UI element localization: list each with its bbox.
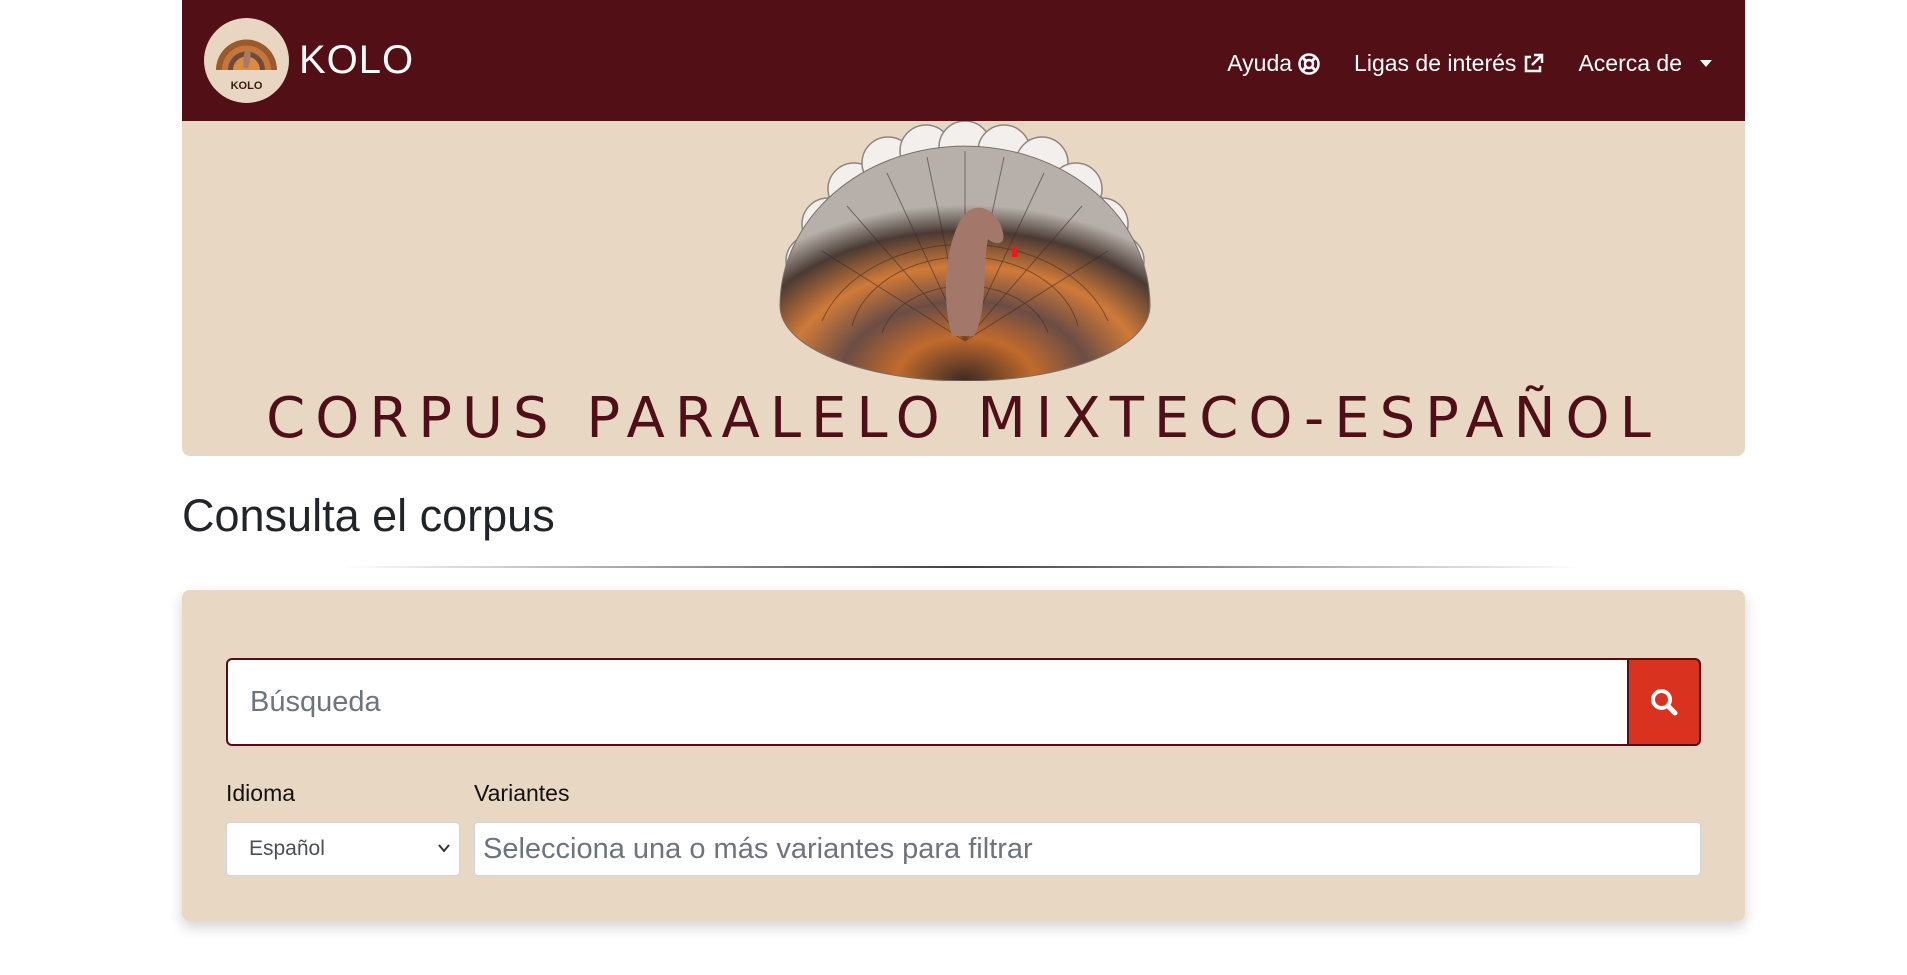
brand-link[interactable]: KOLO KOLO — [204, 18, 414, 103]
nav-dropdown-acerca[interactable]: Acerca de — [1578, 50, 1712, 77]
lifebuoy-icon — [1298, 52, 1320, 75]
turkey-illustration-icon — [779, 121, 1151, 381]
hero-banner: CORPUS PARALELO MIXTECO-ESPAÑOL — [182, 121, 1745, 456]
section-divider — [342, 566, 1584, 568]
search-input[interactable] — [226, 658, 1627, 746]
variants-multiselect[interactable]: Selecciona una o más variantes para filt… — [474, 822, 1701, 876]
search-row — [226, 658, 1701, 746]
nav-link-label: Ligas de interés — [1354, 50, 1517, 76]
nav-link-ligas[interactable]: Ligas de interés — [1354, 50, 1544, 77]
language-select-value: Español — [249, 837, 325, 860]
caret-down-icon — [1700, 60, 1712, 67]
variants-placeholder: Selecciona una o más variantes para filt… — [483, 832, 1033, 865]
kolo-logo-icon: KOLO — [204, 18, 289, 103]
language-label: Idioma — [226, 780, 296, 806]
page-title: Consulta el corpus — [182, 490, 555, 541]
nav-link-label: Acerca de — [1578, 50, 1682, 76]
svg-text:KOLO: KOLO — [231, 80, 263, 92]
language-select[interactable]: Español — [226, 822, 460, 876]
external-link-icon — [1525, 53, 1544, 72]
nav-link-label: Ayuda — [1227, 50, 1293, 76]
search-icon — [1651, 689, 1678, 716]
variants-label: Variantes — [474, 780, 570, 806]
banner-title: CORPUS PARALELO MIXTECO-ESPAÑOL — [266, 386, 1661, 451]
search-card: Idioma Variantes Español Selecciona una … — [182, 590, 1745, 921]
navbar: KOLO KOLO Ayuda Ligas de interés Acerca … — [182, 0, 1745, 121]
nav-links: Ayuda Ligas de interés Acerca de — [1227, 50, 1712, 77]
chevron-down-icon — [438, 844, 450, 853]
brand-name: KOLO — [299, 38, 415, 82]
search-button[interactable] — [1627, 658, 1701, 746]
nav-link-ayuda[interactable]: Ayuda — [1227, 50, 1320, 77]
